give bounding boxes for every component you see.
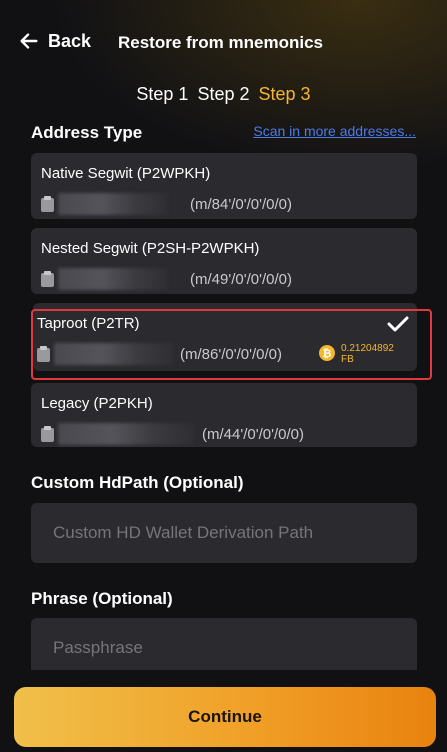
arrow-left-icon — [20, 33, 38, 49]
address-option-name: Native Segwit (P2WPKH) — [41, 165, 211, 182]
address-option-name: Legacy (P2PKH) — [41, 395, 153, 412]
address-row: (m/49'/0'/0'/0/0) — [41, 268, 292, 290]
address-row: (m/84'/0'/0'/0/0) — [41, 193, 292, 215]
custom-hdpath-label: Custom HdPath (Optional) — [31, 473, 244, 492]
address-type-label: Address Type — [31, 123, 143, 142]
step-1: Step 1 — [136, 84, 189, 104]
derivation-path: (m/44'/0'/0'/0/0) — [202, 425, 304, 443]
address-redacted — [58, 423, 194, 445]
header: Back Restore from mnemonics — [0, 26, 447, 60]
scan-more-addresses-link[interactable]: Scan in more addresses... — [253, 123, 416, 139]
address-redacted — [58, 193, 168, 215]
back-button[interactable]: Back — [18, 30, 91, 52]
address-option-nested-segwit[interactable]: Nested Segwit (P2SH-P2WPKH) (m/49'/0'/0'… — [31, 228, 417, 294]
clipboard-icon — [41, 196, 54, 212]
address-option-legacy[interactable]: Legacy (P2PKH) (m/44'/0'/0'/0/0) — [31, 383, 417, 447]
phrase-label: Phrase (Optional) — [31, 589, 173, 608]
selection-highlight — [31, 309, 432, 380]
address-row: (m/44'/0'/0'/0/0) — [41, 423, 304, 445]
step-2: Step 2 — [197, 84, 250, 104]
clipboard-icon — [41, 271, 54, 287]
custom-hdpath-input[interactable] — [31, 503, 417, 563]
page-title: Restore from mnemonics — [118, 33, 323, 52]
clipboard-icon — [41, 426, 54, 442]
address-option-native-segwit[interactable]: Native Segwit (P2WPKH) (m/84'/0'/0'/0/0) — [31, 153, 417, 219]
address-option-name: Nested Segwit (P2SH-P2WPKH) — [41, 240, 260, 257]
step-indicator: Step 1 Step 2 Step 3 — [0, 84, 447, 105]
derivation-path: (m/49'/0'/0'/0/0) — [190, 270, 292, 288]
passphrase-input[interactable] — [31, 618, 417, 678]
continue-button[interactable]: Continue — [14, 687, 436, 747]
step-3: Step 3 — [258, 84, 311, 104]
back-label: Back — [48, 30, 92, 51]
derivation-path: (m/84'/0'/0'/0/0) — [190, 195, 292, 213]
address-redacted — [58, 268, 168, 290]
